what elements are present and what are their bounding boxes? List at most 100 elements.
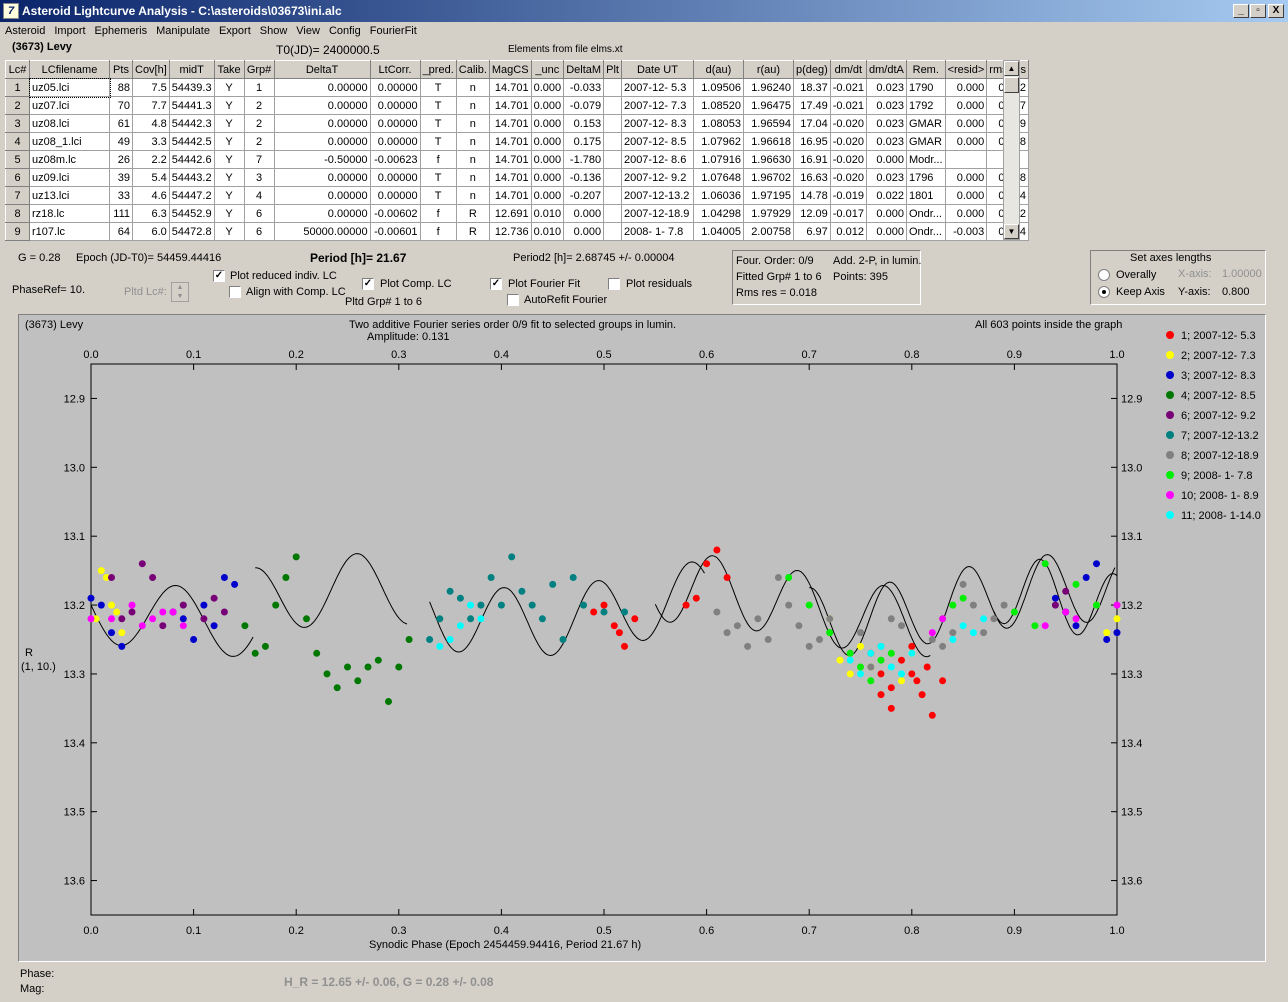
table-cell[interactable]: 0.00000 (369, 114, 421, 133)
column-header[interactable]: MagCS (488, 60, 532, 79)
overally-radio[interactable] (1098, 269, 1110, 281)
table-cell[interactable]: -0.003 (944, 222, 988, 241)
table-cell[interactable] (603, 78, 622, 97)
align-comp-checkbox[interactable] (229, 286, 241, 298)
table-cell[interactable]: 0.000 (563, 204, 605, 223)
table-cell[interactable]: -0.020 (829, 150, 867, 169)
table-cell[interactable]: 0.022 (865, 186, 907, 205)
table-cell[interactable]: uz13.lci (29, 186, 110, 205)
table-cell[interactable]: 33 (109, 186, 133, 205)
table-cell[interactable]: 49 (109, 132, 133, 151)
table-cell[interactable]: Y (213, 168, 245, 187)
table-cell[interactable]: 0.023 (865, 114, 907, 133)
table-cell[interactable]: 12.736 (488, 222, 532, 241)
table-cell[interactable] (603, 186, 622, 205)
plot-fourier-checkbox[interactable]: ✓ (490, 278, 502, 290)
table-cell[interactable]: 0.012 (829, 222, 867, 241)
table-cell[interactable]: 1.04005 (692, 222, 744, 241)
table-cell[interactable]: 12.691 (488, 204, 532, 223)
table-cell[interactable]: 1.04298 (692, 204, 744, 223)
plot-comp-checkbox[interactable]: ✓ (362, 278, 374, 290)
table-cell[interactable]: 0.000 (944, 132, 988, 151)
table-row[interactable]: 8 rz18.lc 111 6.3 54452.9 Y 6 0.00000 -0.00602 f R… (5, 204, 1029, 223)
table-row[interactable]: 1 uz05.lci 88 7.5 54439.3 Y 1 0.00000 0.00000 Tn 1… (5, 77, 1029, 98)
table-cell[interactable]: 1.96594 (742, 114, 794, 133)
table-cell[interactable]: 1.09506 (692, 78, 744, 97)
column-header[interactable]: _pred. (419, 60, 457, 79)
table-cell[interactable]: -0.136 (563, 168, 605, 187)
menu-fourierfit[interactable]: FourierFit (365, 22, 421, 37)
table-cell[interactable]: 0.00000 (273, 204, 371, 223)
table-cell[interactable]: 2007-12- 8.5 (620, 132, 694, 151)
table-cell[interactable]: 61 (109, 114, 133, 133)
table-cell[interactable]: 26 (109, 150, 133, 169)
table-cell[interactable]: 0.000 (865, 222, 907, 241)
table-cell[interactable]: 5.4 (132, 168, 170, 187)
table-cell[interactable]: 7.5 (132, 78, 170, 97)
table-cell[interactable]: 2007-12- 9.2 (620, 168, 694, 187)
table-cell[interactable]: uz09.lci (29, 168, 110, 187)
row-number[interactable]: 9 (5, 222, 30, 241)
table-cell[interactable]: 64 (109, 222, 133, 241)
table-cell[interactable]: 0.000 (944, 186, 988, 205)
table-cell[interactable]: 111 (109, 204, 133, 223)
table-cell[interactable]: 0.00000 (273, 114, 371, 133)
column-header[interactable]: LCfilename (29, 60, 110, 79)
table-cell[interactable]: uz08m.lc (29, 150, 110, 169)
table-cell[interactable]: n (455, 96, 490, 115)
table-row[interactable]: 9 r107.lc 64 6.0 54472.8 Y 6 50000.00000 -0.0060… (5, 222, 1029, 241)
table-cell[interactable]: 0.010 (530, 204, 565, 223)
table-cell[interactable]: 0.000 (530, 168, 565, 187)
table-cell[interactable]: R (455, 222, 490, 241)
table-cell[interactable]: 0.00000 (273, 96, 371, 115)
table-cell[interactable]: T (419, 78, 457, 97)
close-button[interactable]: X (1268, 4, 1284, 18)
table-cell[interactable]: 54442.6 (168, 150, 215, 169)
table-cell[interactable]: 14.701 (488, 186, 532, 205)
table-cell[interactable] (603, 222, 622, 241)
column-header[interactable]: _unc (530, 60, 565, 79)
table-cell[interactable]: 6 (243, 204, 275, 223)
menu-asteroid[interactable]: Asteroid (0, 22, 49, 37)
table-cell[interactable]: 0.00000 (273, 132, 371, 151)
table-cell[interactable]: rz18.lc (29, 204, 110, 223)
table-cell[interactable]: 1801 (905, 186, 946, 205)
row-number[interactable]: 1 (5, 78, 30, 97)
table-cell[interactable]: 14.701 (488, 96, 532, 115)
table-cell[interactable]: 16.91 (792, 150, 831, 169)
table-cell[interactable] (944, 150, 988, 169)
table-cell[interactable]: Y (213, 150, 245, 169)
scroll-thumb[interactable] (1004, 77, 1019, 93)
table-cell[interactable]: 0.00000 (273, 186, 371, 205)
table-cell[interactable] (603, 132, 622, 151)
table-cell[interactable] (603, 150, 622, 169)
table-cell[interactable]: n (455, 132, 490, 151)
table-cell[interactable]: 1.97195 (742, 186, 794, 205)
table-cell[interactable]: 1.96702 (742, 168, 794, 187)
column-header[interactable]: d(au) (692, 60, 744, 79)
table-cell[interactable]: uz08.lci (29, 114, 110, 133)
table-cell[interactable]: 0.000 (865, 150, 907, 169)
column-header[interactable]: Pts (109, 60, 133, 79)
autorefit-checkbox[interactable] (507, 294, 519, 306)
table-cell[interactable]: 14.701 (488, 78, 532, 97)
table-cell[interactable]: GMAR (905, 114, 946, 133)
table-cell[interactable]: 1.96630 (742, 150, 794, 169)
table-cell[interactable]: 2007-12- 7.3 (620, 96, 694, 115)
table-cell[interactable]: 0.00000 (273, 78, 371, 97)
table-cell[interactable]: 54442.3 (168, 114, 215, 133)
table-cell[interactable]: 2007-12- 5.3 (620, 78, 694, 97)
table-row[interactable]: 3 uz08.lci 61 4.8 54442.3 Y 2 0.00000 0.00000 Tn 1… (5, 114, 1029, 133)
table-cell[interactable]: 70 (109, 96, 133, 115)
table-cell[interactable]: 0.000 (530, 150, 565, 169)
table-cell[interactable]: 0.000 (944, 168, 988, 187)
table-cell[interactable]: 2007-12- 8.3 (620, 114, 694, 133)
table-cell[interactable]: -0.021 (829, 96, 867, 115)
table-cell[interactable]: 4.6 (132, 186, 170, 205)
table-cell[interactable]: 0.000 (944, 204, 988, 223)
keep-axis-radio[interactable] (1098, 286, 1110, 298)
table-cell[interactable]: T (419, 132, 457, 151)
table-cell[interactable]: 54472.8 (168, 222, 215, 241)
table-cell[interactable]: n (455, 150, 490, 169)
table-cell[interactable]: 54442.5 (168, 132, 215, 151)
